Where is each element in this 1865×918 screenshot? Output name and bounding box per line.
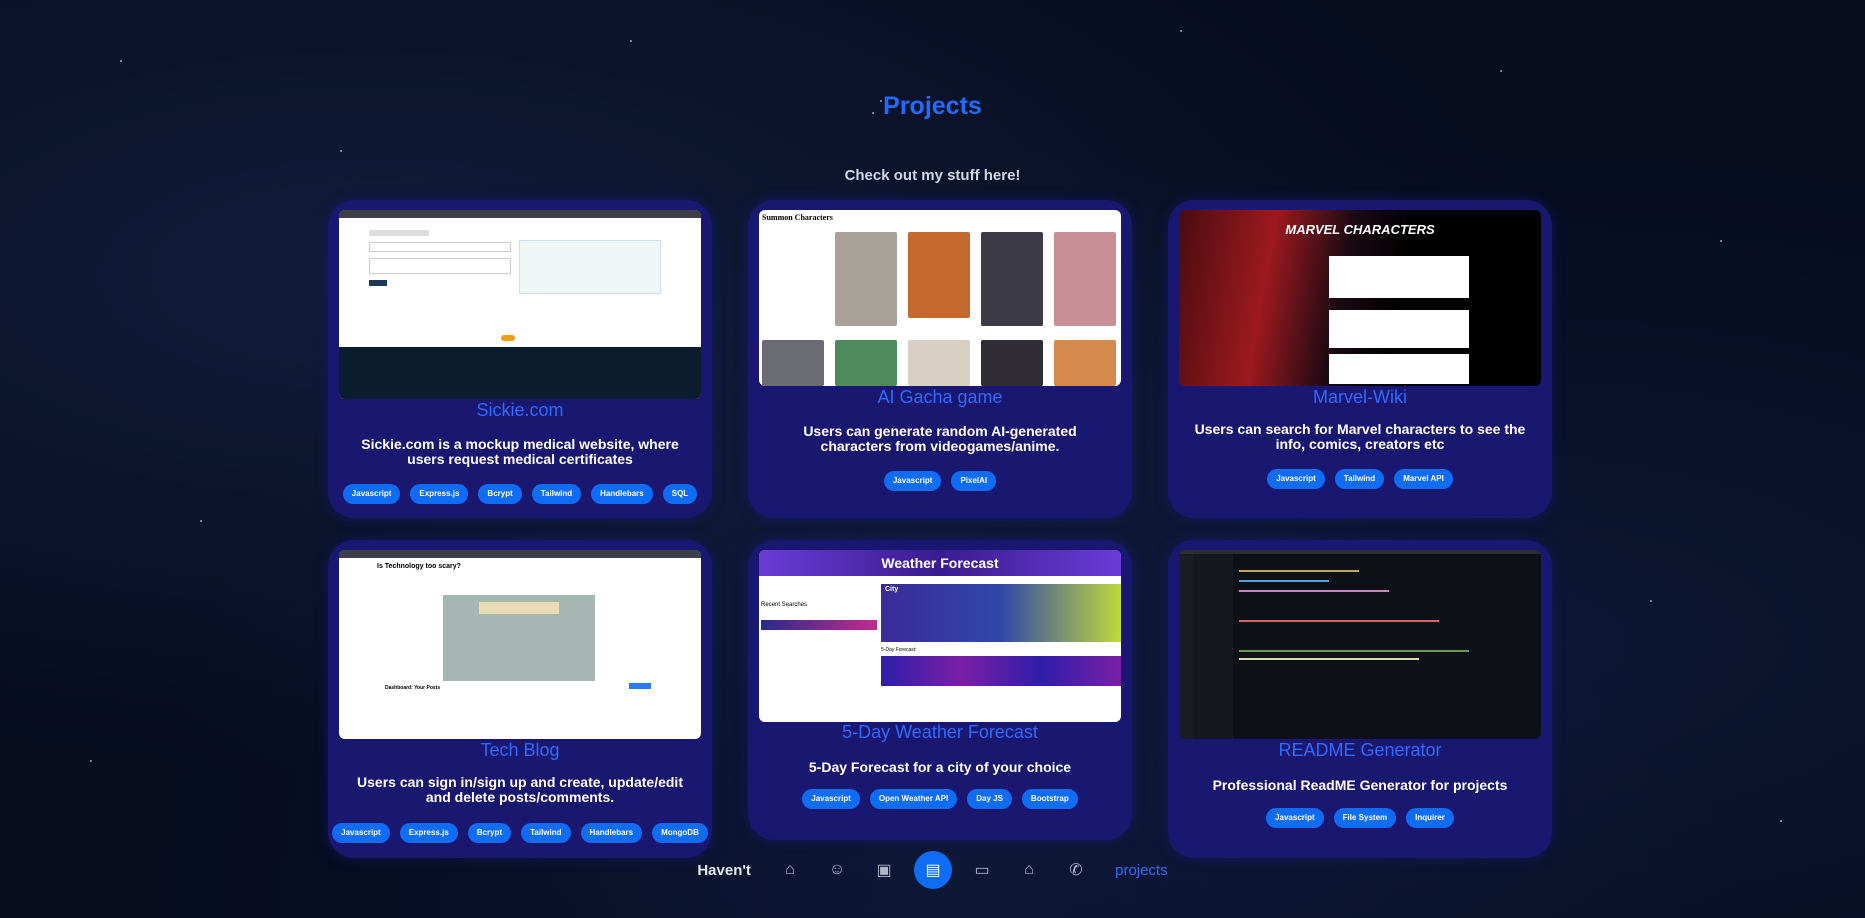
project-description: Users can sign in/sign up and create, up… <box>357 774 683 805</box>
nav-user-icon[interactable]: ☺ <box>820 853 854 887</box>
project-title[interactable]: AI Gacha game <box>748 387 1132 408</box>
project-card-sickie[interactable]: Sickie.com Sickie.com is a mockup medica… <box>328 200 712 518</box>
nav-school-icon[interactable]: ⌂ <box>1012 853 1046 887</box>
tag-badge: Marvel API <box>1394 469 1453 489</box>
nav-document-icon[interactable]: ▤ <box>914 851 952 889</box>
tag-badge: MongoDB <box>652 823 708 843</box>
project-description: 5-Day Forecast for a city of your choice <box>808 759 1072 775</box>
tag-badge: Javascript <box>883 471 942 491</box>
nav-briefcase-icon[interactable]: ▣ <box>867 853 901 887</box>
screenshot-heading: Is Technology too scary? <box>377 563 461 570</box>
tag-badge: Tailwind <box>1334 469 1385 489</box>
tag-badge: Open Weather API <box>869 789 958 809</box>
project-description: Users can generate random AI-generated c… <box>803 423 1077 454</box>
nav-phone-icon[interactable]: ✆ <box>1059 853 1093 887</box>
project-tags: Javascript PixelAI <box>748 471 1132 491</box>
project-card-weather[interactable]: Weather Forecast Recent Searches City 5-… <box>748 540 1132 840</box>
project-screenshot[interactable] <box>1179 550 1541 739</box>
tag-badge: PixelAI <box>951 471 997 491</box>
bottom-nav: ⌂ ☺ ▣ ▤ ▭ ⌂ ✆ <box>753 842 1113 898</box>
section-subtitle: Check out my stuff here! <box>844 167 1021 184</box>
project-screenshot[interactable]: Weather Forecast Recent Searches City 5-… <box>759 550 1121 722</box>
screenshot-city: City <box>885 586 899 593</box>
projects-grid: Sickie.com Sickie.com is a mockup medica… <box>328 200 1552 860</box>
tag-badge: Handlebars <box>591 484 653 504</box>
tag-badge: Javascript <box>1266 808 1324 828</box>
screenshot-heading: Weather Forecast <box>881 555 999 571</box>
tag-badge: Tailwind <box>521 823 571 843</box>
nav-home-icon[interactable]: ⌂ <box>773 853 807 887</box>
tag-badge: Tailwind <box>531 484 582 504</box>
project-card-ai-gacha[interactable]: Summon Characters AI Gacha game Users ca… <box>748 200 1132 518</box>
project-card-readme-generator[interactable]: README Generator Professional ReadME Gen… <box>1168 540 1552 858</box>
project-tags: Javascript Express.js Bcrypt Tailwind Ha… <box>328 484 712 504</box>
project-description: Users can search for Marvel characters t… <box>1194 421 1526 452</box>
tag-badge: Bcrypt <box>478 484 522 504</box>
tag-badge: Express.js <box>410 484 469 504</box>
section-title: Projects <box>883 92 982 120</box>
project-title[interactable]: README Generator <box>1168 740 1552 761</box>
tag-badge: Javascript <box>332 823 390 843</box>
screenshot-heading: Summon Characters <box>762 213 833 222</box>
project-title[interactable]: Marvel-Wiki <box>1168 387 1552 408</box>
project-title[interactable]: Tech Blog <box>328 740 712 761</box>
tag-badge: Bcrypt <box>467 823 512 843</box>
tag-badge: Inquirer <box>1406 808 1454 828</box>
project-description: Professional ReadME Generator for projec… <box>1212 777 1508 793</box>
tag-badge: File System <box>1333 808 1397 828</box>
screenshot-recent: Recent Searches <box>761 602 808 608</box>
tag-badge: Bootstrap <box>1021 789 1078 809</box>
project-tags: Javascript Open Weather API Day JS Boots… <box>748 789 1132 809</box>
project-card-marvel-wiki[interactable]: MARVEL CHARACTERS Marvel-Wiki Users can … <box>1168 200 1552 518</box>
tag-badge: Javascript <box>342 484 401 504</box>
tag-badge: Handlebars <box>580 823 643 843</box>
tag-badge: Express.js <box>399 823 458 843</box>
tag-badge: Javascript <box>802 789 860 809</box>
project-screenshot[interactable]: Is Technology too scary? Dashboard: Your… <box>339 550 701 739</box>
screenshot-forecast: 5-Day Forecast: <box>881 647 917 653</box>
project-card-tech-blog[interactable]: Is Technology too scary? Dashboard: Your… <box>328 540 712 858</box>
tag-badge: SQL <box>662 484 698 504</box>
screenshot-section: Dashboard: Your Posts <box>385 685 441 691</box>
projects-link[interactable]: projects <box>1115 862 1168 879</box>
project-title[interactable]: 5-Day Weather Forecast <box>748 722 1132 743</box>
bottom-message-prefix: Haven't <box>697 862 751 879</box>
project-tags: Javascript File System Inquirer <box>1168 808 1552 828</box>
project-screenshot[interactable]: Summon Characters <box>759 210 1121 386</box>
project-title[interactable]: Sickie.com <box>328 400 712 421</box>
tag-badge: Day JS <box>967 789 1012 809</box>
project-screenshot[interactable] <box>339 210 701 399</box>
nav-folder-icon[interactable]: ▭ <box>965 853 999 887</box>
screenshot-heading: MARVEL CHARACTERS <box>1285 222 1435 237</box>
project-tags: Javascript Tailwind Marvel API <box>1168 469 1552 489</box>
project-description: Sickie.com is a mockup medical website, … <box>361 436 679 467</box>
project-tags: Javascript Express.js Bcrypt Tailwind Ha… <box>328 823 712 843</box>
project-screenshot[interactable]: MARVEL CHARACTERS <box>1179 210 1541 386</box>
tag-badge: Javascript <box>1267 469 1325 489</box>
